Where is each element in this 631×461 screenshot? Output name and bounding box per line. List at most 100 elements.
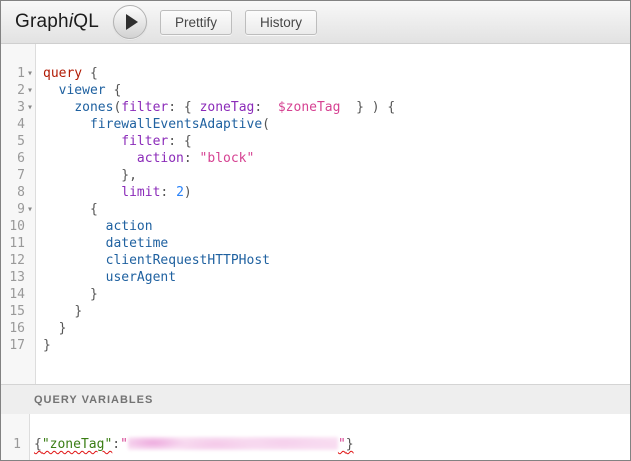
fold-spacer: [25, 116, 35, 133]
fold-spacer: [25, 235, 35, 252]
graphiql-window: GraphiQL Prettify History 1▾query {2▾ vi…: [0, 0, 631, 461]
code-line[interactable]: 12 clientRequestHTTPHost: [1, 252, 630, 269]
fold-spacer: [25, 184, 35, 201]
code-token: filter: [121, 100, 168, 115]
code-token: :: [160, 185, 176, 200]
code-text[interactable]: datetime: [35, 235, 168, 252]
code-text[interactable]: zones(filter: { zoneTag: $zoneTag } ) {: [35, 99, 395, 116]
code-line[interactable]: 15 }: [1, 303, 630, 320]
code-line[interactable]: 8 limit: 2): [1, 184, 630, 201]
code-text[interactable]: query {: [35, 65, 98, 82]
fold-arrow-icon[interactable]: ▾: [25, 99, 35, 116]
code-line[interactable]: 17}: [1, 337, 630, 354]
line-number: 6: [1, 150, 25, 167]
line-number: 15: [1, 303, 25, 320]
code-text[interactable]: action: [35, 218, 153, 235]
code-token: (: [262, 117, 270, 132]
code-token: [43, 185, 121, 200]
code-token: [43, 134, 121, 149]
code-text[interactable]: {: [35, 201, 98, 218]
fold-spacer: [25, 337, 35, 354]
code-token: [340, 100, 356, 115]
code-token: [43, 168, 121, 183]
code-line[interactable]: 1▾query {: [1, 65, 630, 82]
code-token: {: [82, 66, 98, 81]
code-token: : {: [168, 134, 191, 149]
code-line[interactable]: 11 datetime: [1, 235, 630, 252]
prettify-button[interactable]: Prettify: [160, 10, 232, 35]
code-token: [43, 219, 106, 234]
code-line[interactable]: 13 userAgent: [1, 269, 630, 286]
code-token: clientRequestHTTPHost: [106, 253, 270, 268]
code-text[interactable]: }: [35, 337, 51, 354]
code-line[interactable]: 10 action: [1, 218, 630, 235]
redacted-zone-tag-value: [128, 437, 338, 450]
line-number: 11: [1, 235, 25, 252]
query-editor[interactable]: 1▾query {2▾ viewer {3▾ zones(filter: { z…: [1, 44, 630, 384]
variables-editor[interactable]: 1{"zoneTag":""}: [1, 414, 630, 460]
code-line[interactable]: 16 }: [1, 320, 630, 337]
code-text[interactable]: clientRequestHTTPHost: [35, 252, 270, 269]
code-token: $zoneTag: [278, 100, 341, 115]
code-token: [43, 321, 59, 336]
code-token: limit: [121, 185, 160, 200]
code-token: userAgent: [106, 270, 176, 285]
fold-spacer: [25, 320, 35, 337]
app-title-ql: QL: [73, 11, 99, 32]
line-number: 8: [1, 184, 25, 201]
code-token: }: [43, 338, 51, 353]
code-line[interactable]: 3▾ zones(filter: { zoneTag: $zoneTag } )…: [1, 99, 630, 116]
fold-spacer: [25, 303, 35, 320]
code-token: query: [43, 66, 82, 81]
line-number: 17: [1, 337, 25, 354]
code-text[interactable]: userAgent: [35, 269, 176, 286]
fold-spacer: [25, 218, 35, 235]
code-text[interactable]: }: [35, 320, 66, 337]
fold-arrow-icon[interactable]: ▾: [25, 65, 35, 82]
code-token: datetime: [106, 236, 169, 251]
code-text[interactable]: action: "block": [35, 150, 254, 167]
code-text[interactable]: limit: 2): [35, 184, 192, 201]
code-line[interactable]: 14 }: [1, 286, 630, 303]
app-title: GraphiQL: [15, 11, 99, 33]
fold-spacer: [25, 269, 35, 286]
code-text[interactable]: viewer {: [35, 82, 121, 99]
code-token: [43, 270, 106, 285]
code-token: : {: [168, 100, 199, 115]
history-button[interactable]: History: [245, 10, 317, 35]
code-token: },: [121, 168, 137, 183]
code-text[interactable]: }: [35, 303, 82, 320]
code-line[interactable]: 5 filter: {: [1, 133, 630, 150]
fold-arrow-icon[interactable]: ▾: [25, 201, 35, 218]
code-text[interactable]: {"zoneTag":""}: [21, 436, 354, 453]
line-number: 4: [1, 116, 25, 133]
code-token: :: [184, 151, 200, 166]
code-text[interactable]: }: [35, 286, 98, 303]
code-token: :: [112, 437, 120, 452]
code-line[interactable]: 6 action: "block": [1, 150, 630, 167]
fold-arrow-icon[interactable]: ▾: [25, 82, 35, 99]
code-token: 2: [176, 185, 184, 200]
code-line[interactable]: 9▾ {: [1, 201, 630, 218]
code-token: }: [59, 321, 67, 336]
execute-button[interactable]: [113, 5, 147, 39]
fold-spacer: [25, 167, 35, 184]
code-token: [43, 253, 106, 268]
line-number: 5: [1, 133, 25, 150]
query-variables-header[interactable]: QUERY VARIABLES: [1, 384, 630, 414]
code-line[interactable]: 7 },: [1, 167, 630, 184]
play-icon: [126, 14, 138, 30]
code-line[interactable]: 2▾ viewer {: [1, 82, 630, 99]
code-text[interactable]: firewallEventsAdaptive(: [35, 116, 270, 133]
line-number: 1: [1, 436, 21, 453]
code-line[interactable]: 4 firewallEventsAdaptive(: [1, 116, 630, 133]
line-number: 3: [1, 99, 25, 116]
code-token: {: [106, 83, 122, 98]
code-text[interactable]: filter: {: [35, 133, 192, 150]
code-token: ": [338, 437, 346, 452]
line-number: 10: [1, 218, 25, 235]
code-line[interactable]: 1{"zoneTag":""}: [1, 436, 630, 453]
code-text[interactable]: },: [35, 167, 137, 184]
code-token: [43, 100, 74, 115]
line-number: 14: [1, 286, 25, 303]
